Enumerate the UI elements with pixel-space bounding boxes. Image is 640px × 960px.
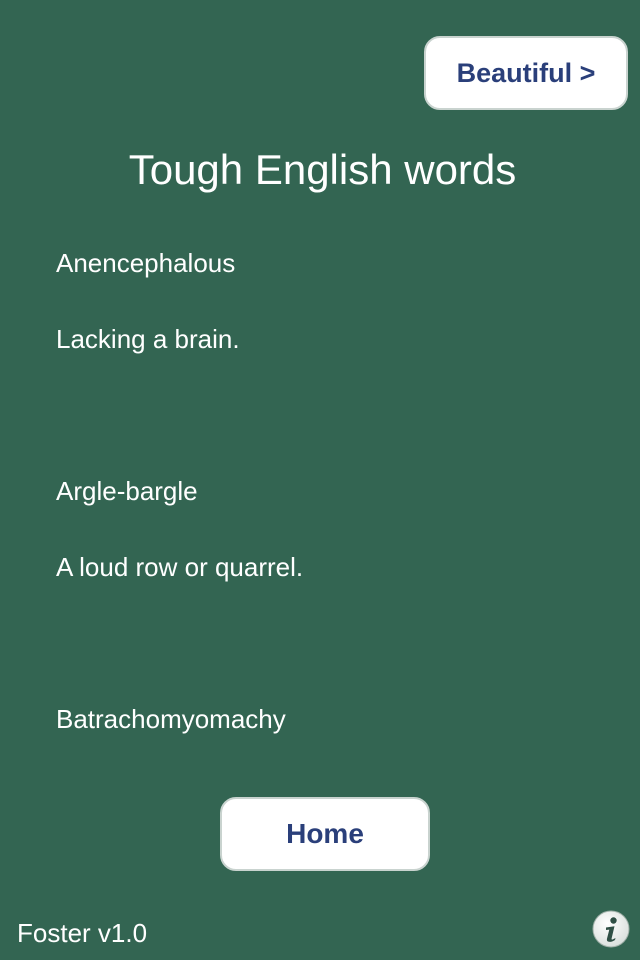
- page-title: Tough English words: [128, 146, 517, 193]
- next-category-button[interactable]: Beautiful >: [424, 36, 628, 110]
- word-term: Batrachomyomachy: [56, 704, 286, 734]
- word-definition: Lacking a brain.: [56, 324, 240, 354]
- info-button[interactable]: [592, 910, 630, 948]
- word-term: Argle-bargle: [56, 476, 198, 506]
- info-icon: [592, 910, 630, 948]
- word-term: Anencephalous: [56, 248, 236, 278]
- word-entry: Anencephalous Lacking a brain.: [56, 244, 616, 472]
- word-definition: A loud row or quarrel.: [56, 552, 304, 582]
- word-entry: Argle-bargle A loud row or quarrel.: [56, 472, 616, 700]
- home-button[interactable]: Home: [220, 797, 430, 871]
- version-label: Foster v1.0: [17, 918, 148, 948]
- app-screen: Beautiful > Tough English words Anenceph…: [0, 0, 640, 960]
